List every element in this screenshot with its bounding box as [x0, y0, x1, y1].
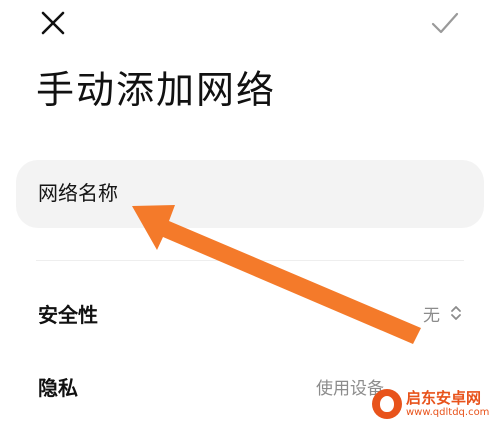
- network-name-field[interactable]: 网络名称: [16, 160, 484, 228]
- network-name-placeholder: 网络名称: [38, 180, 118, 205]
- watermark-logo-icon: [372, 389, 402, 419]
- up-down-chevron-icon: [451, 306, 461, 320]
- section-divider: [36, 260, 464, 261]
- page-title: 手动添加网络: [36, 68, 277, 112]
- check-icon: [431, 12, 459, 34]
- security-row[interactable]: 安全性 无: [0, 289, 500, 339]
- security-label: 安全性: [38, 303, 98, 327]
- close-icon: [41, 11, 65, 35]
- watermark: 启东安卓网 www.qdltdq.com: [372, 384, 500, 424]
- confirm-button[interactable]: [428, 6, 462, 40]
- privacy-label: 隐私: [38, 376, 78, 400]
- watermark-url: www.qdltdq.com: [406, 407, 490, 418]
- security-value: 无: [423, 306, 440, 326]
- watermark-name: 启东安卓网: [406, 389, 482, 407]
- close-button[interactable]: [36, 6, 70, 40]
